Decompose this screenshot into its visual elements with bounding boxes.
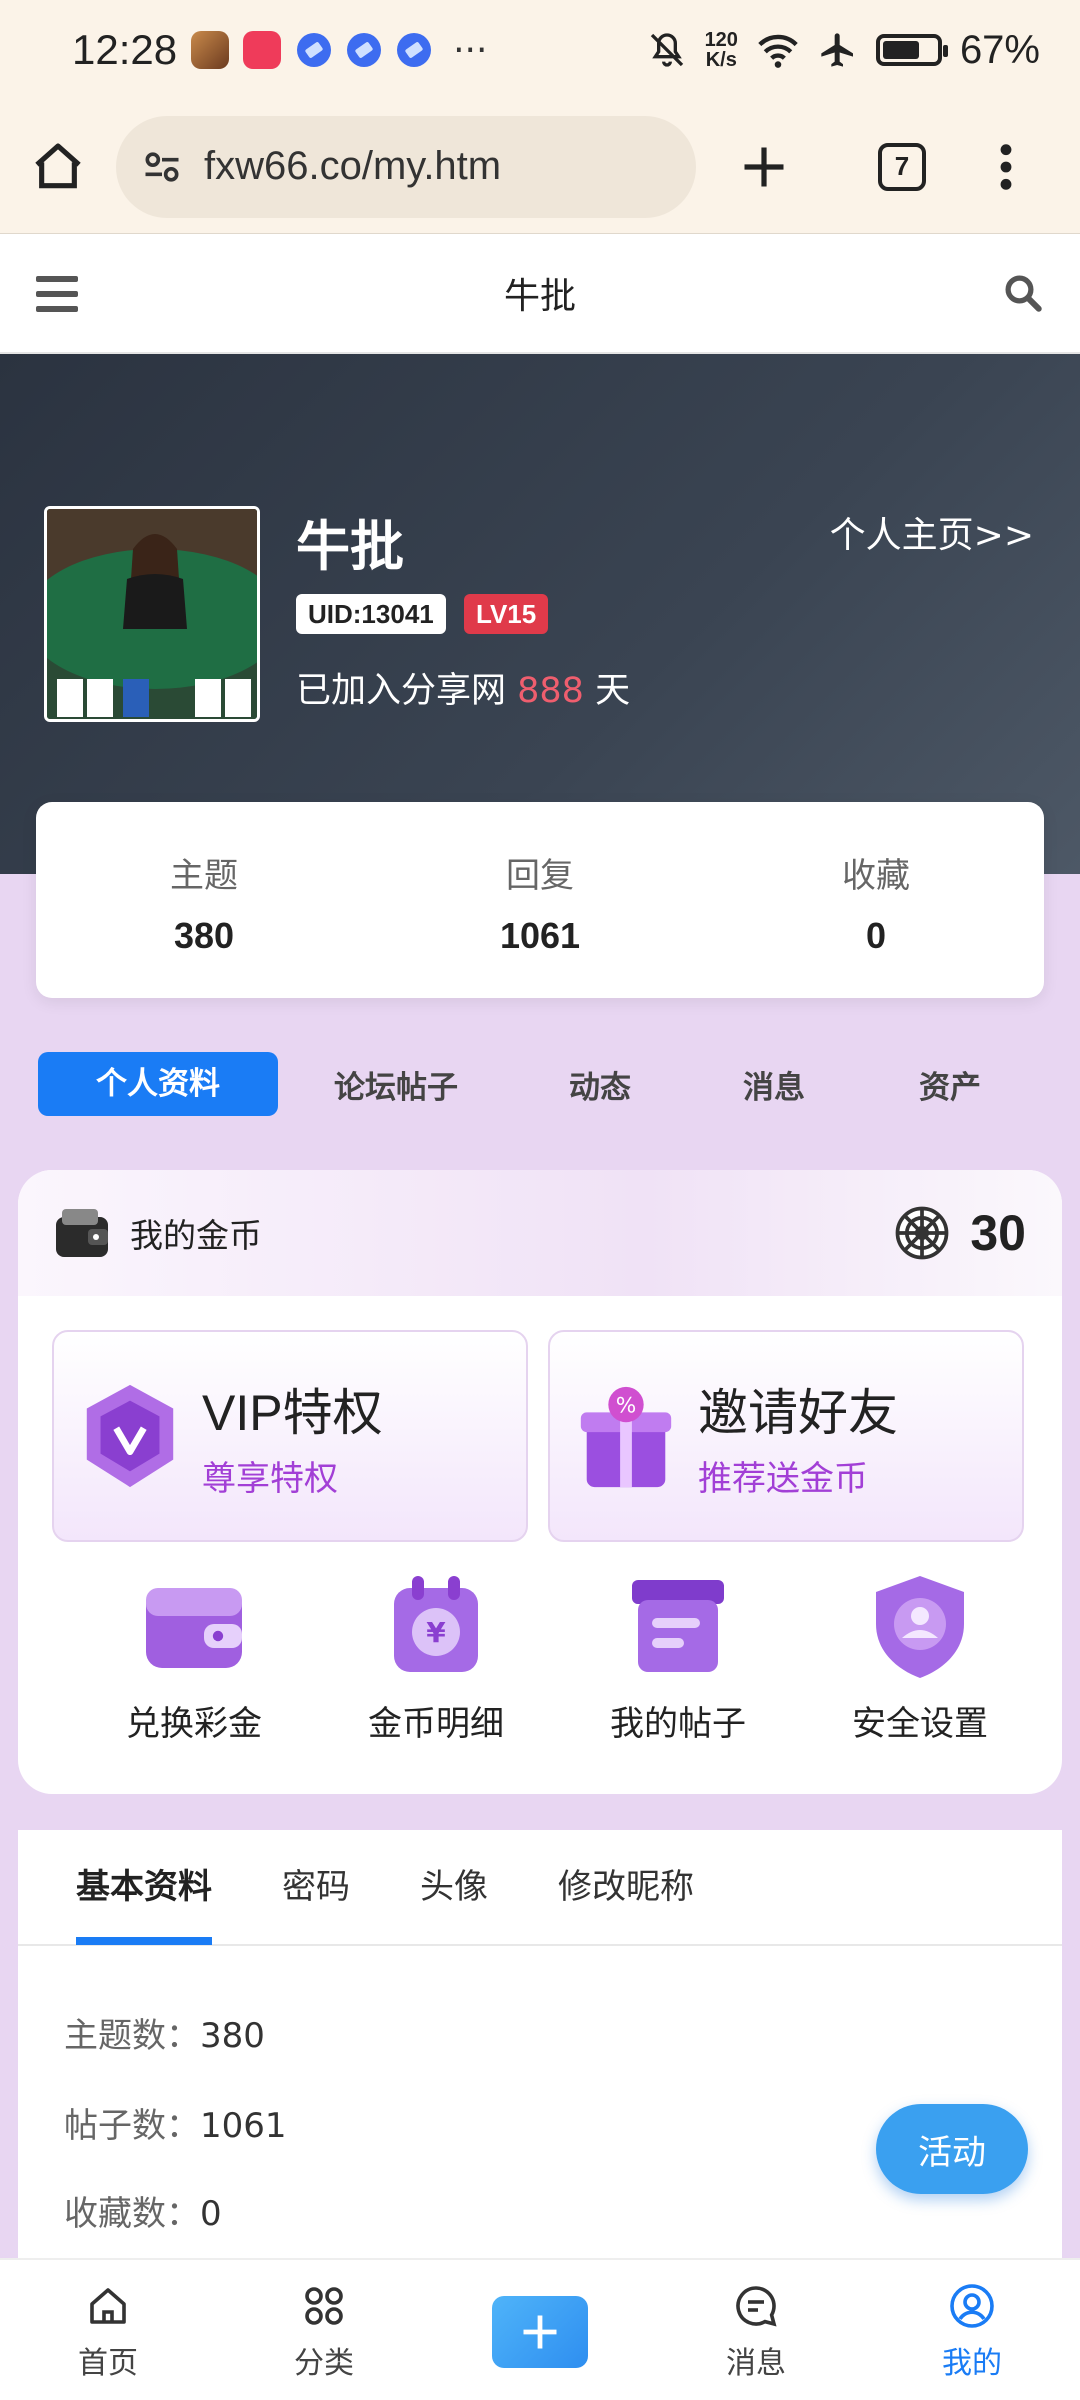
- app-notification-icon: [243, 31, 282, 69]
- quick-my-posts[interactable]: 我的帖子: [558, 1568, 798, 1745]
- tab-assets[interactable]: 资产: [862, 1062, 1038, 1107]
- tab-forum-posts[interactable]: 论坛帖子: [278, 1062, 514, 1107]
- home-icon: [90, 2288, 126, 2324]
- quick-coin-details[interactable]: ¥ 金币明细: [316, 1568, 556, 1745]
- stats-card: 主题 380 回复 1061 收藏 0: [36, 802, 1044, 998]
- search-icon[interactable]: [1002, 272, 1044, 314]
- wifi-icon: [758, 34, 798, 68]
- grid-icon: [305, 2287, 343, 2325]
- info-tabs: 基本资料 密码 头像 修改昵称: [18, 1830, 1062, 1946]
- wallet-icon: [56, 1209, 108, 1257]
- airplane-icon: [821, 33, 853, 67]
- hamburger-menu-icon[interactable]: [36, 276, 78, 312]
- quick-label: 金币明细: [368, 1704, 504, 1744]
- tab-activity[interactable]: 动态: [514, 1062, 686, 1107]
- avatar[interactable]: [44, 506, 260, 722]
- info-row-topics: 主题数：380: [64, 2016, 265, 2056]
- address-bar[interactable]: fxw66.co/my.htm: [116, 115, 696, 218]
- nav-messages[interactable]: 消息: [686, 2282, 826, 2382]
- vip-shield-icon: [86, 1384, 174, 1488]
- invite-title: 邀请好友: [698, 1384, 898, 1441]
- app-notification-icon: [297, 33, 332, 67]
- quick-redeem-bonus[interactable]: 兑换彩金: [74, 1568, 314, 1745]
- network-speed: 120 K/s: [704, 29, 738, 71]
- chat-icon: [736, 2286, 777, 2327]
- new-tab-icon[interactable]: [738, 141, 790, 193]
- coin-icon: [896, 1206, 949, 1260]
- quick-label: 安全设置: [852, 1704, 988, 1744]
- svg-text:%: %: [616, 1393, 637, 1418]
- my-posts-icon: [632, 1580, 724, 1672]
- tab-switcher-button[interactable]: 7: [878, 142, 926, 191]
- security-shield-icon: [876, 1576, 964, 1678]
- coin-amount: 30: [970, 1205, 1026, 1261]
- invite-friends-card[interactable]: % 邀请好友推荐送金币: [548, 1330, 1024, 1542]
- nav-home[interactable]: 首页: [38, 2282, 178, 2382]
- vip-subtitle: 尊享特权: [202, 1458, 338, 1499]
- site-header: 牛批: [0, 234, 1080, 354]
- coin-title: 我的金币: [130, 1216, 262, 1255]
- svg-text:¥: ¥: [426, 1616, 446, 1649]
- tab-profile[interactable]: 个人资料: [38, 1052, 278, 1116]
- home-icon[interactable]: [30, 139, 86, 195]
- profile-banner: 牛批 个人主页>> UID:13041 LV15 已加入分享网 888 天: [0, 354, 1080, 874]
- basic-info-card: 基本资料 密码 头像 修改昵称 主题数：380 帖子数：1061 收藏数：0: [18, 1830, 1062, 2260]
- status-time: 12:28: [72, 26, 178, 73]
- tab-basic-info[interactable]: 基本资料: [76, 1829, 212, 1945]
- tab-password[interactable]: 密码: [282, 1829, 350, 1945]
- user-icon: [950, 2284, 994, 2328]
- level-badge: LV15: [464, 594, 549, 634]
- url-text: fxw66.co/my.htm: [204, 144, 502, 188]
- nav-mine[interactable]: 我的: [902, 2282, 1042, 2382]
- quick-label: 兑换彩金: [126, 1704, 262, 1744]
- app-notification-icon: [397, 33, 432, 67]
- site-settings-icon[interactable]: [140, 145, 184, 189]
- stat-topics[interactable]: 主题 380: [36, 802, 372, 998]
- app-notification-icon: [347, 33, 382, 67]
- profile-name: 牛批: [296, 515, 404, 578]
- vip-privilege-card[interactable]: VIP特权尊享特权: [52, 1330, 528, 1542]
- activity-button[interactable]: 活动: [876, 2104, 1028, 2194]
- menu-more-icon[interactable]: [996, 141, 1016, 193]
- page-title: 牛批: [503, 276, 576, 317]
- joined-days-text: 已加入分享网 888 天: [296, 671, 631, 711]
- coin-card: 我的金币 30 VIP特权尊享特权 % 邀请好友推荐送金币 兑换彩金 ¥ 金币明…: [18, 1170, 1062, 1794]
- bottom-nav: 首页 分类 消息 我的: [0, 2258, 1080, 2400]
- browser-toolbar: fxw66.co/my.htm 7: [0, 100, 1080, 234]
- battery-percent: 67%: [959, 27, 1040, 72]
- info-row-favorites: 收藏数：0: [64, 2194, 222, 2234]
- tab-avatar[interactable]: 头像: [420, 1829, 488, 1945]
- redeem-wallet-icon: [146, 1588, 242, 1668]
- new-post-button[interactable]: [492, 2296, 588, 2368]
- status-bar: 12:28 ··· 120 K/s 67%: [0, 0, 1080, 100]
- coin-details-icon: ¥: [394, 1576, 478, 1672]
- info-row-posts: 帖子数：1061: [64, 2106, 287, 2146]
- personal-homepage-link[interactable]: 个人主页>>: [830, 506, 1034, 558]
- more-notifications-icon: ···: [453, 29, 488, 71]
- plus-icon: [523, 2315, 557, 2349]
- stat-favorites[interactable]: 收藏 0: [708, 802, 1044, 998]
- tab-change-nickname[interactable]: 修改昵称: [558, 1829, 694, 1945]
- vip-title: VIP特权: [202, 1384, 383, 1441]
- profile-tabs: 个人资料 论坛帖子 动态 消息 资产: [38, 1052, 1048, 1116]
- nav-categories[interactable]: 分类: [254, 2282, 394, 2382]
- battery-icon: [875, 34, 948, 66]
- quick-label: 我的帖子: [610, 1704, 746, 1744]
- gift-icon: %: [580, 1386, 672, 1488]
- tab-messages[interactable]: 消息: [686, 1062, 862, 1107]
- mute-icon: [650, 33, 683, 67]
- coin-header: 我的金币 30: [18, 1170, 1062, 1296]
- uid-badge: UID:13041: [296, 594, 446, 634]
- invite-subtitle: 推荐送金币: [698, 1458, 868, 1499]
- stat-replies[interactable]: 回复 1061: [372, 802, 708, 998]
- quick-security-settings[interactable]: 安全设置: [800, 1568, 1040, 1745]
- app-notification-icon: [191, 31, 230, 69]
